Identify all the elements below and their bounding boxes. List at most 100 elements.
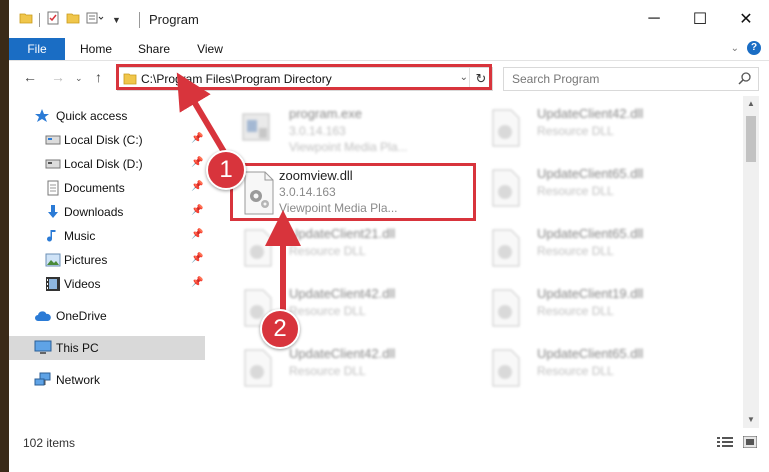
title-bar: ▼ Program ─ ☐ ✕ — [9, 0, 769, 38]
properties-icon[interactable] — [46, 11, 60, 28]
sidebar-item-pictures[interactable]: Pictures 📌 — [9, 248, 205, 272]
sidebar-item-local-disk-c[interactable]: Local Disk (C:) 📌 — [9, 128, 205, 152]
expand-ribbon-icon[interactable]: ⌄ — [731, 43, 739, 54]
sidebar-item-onedrive[interactable]: OneDrive — [9, 304, 205, 328]
file-item[interactable]: UpdateClient42.dll Resource DLL — [237, 342, 465, 400]
title-divider — [139, 12, 140, 28]
pin-icon[interactable]: 📌 — [191, 229, 203, 240]
pin-icon[interactable]: 📌 — [191, 181, 203, 192]
help-icon[interactable]: ? — [747, 41, 761, 55]
chevron-down-icon[interactable]: ▼ — [112, 15, 121, 25]
file-list: program.exe 3.0.14.163 Viewpoint Media P… — [223, 96, 743, 426]
tab-share[interactable]: Share — [131, 38, 177, 60]
dll-file-icon — [485, 288, 525, 331]
recent-locations-icon[interactable]: ⌄ — [75, 73, 83, 84]
address-highlight-box — [116, 64, 492, 90]
file-version: Resource DLL — [537, 364, 614, 378]
folder-icon[interactable] — [19, 11, 33, 28]
dll-file-icon — [485, 348, 525, 391]
pin-icon[interactable]: 📌 — [191, 133, 203, 144]
file-item[interactable]: UpdateClient65.dll Resource DLL — [485, 222, 713, 280]
documents-icon — [45, 180, 61, 199]
file-name: zoomview.dll — [279, 168, 353, 183]
minimize-button[interactable]: ─ — [631, 0, 677, 38]
sidebar-item-downloads[interactable]: Downloads 📌 — [9, 200, 205, 224]
dll-file-icon — [485, 108, 525, 151]
file-version: 3.0.14.163 — [289, 124, 346, 138]
file-name: UpdateClient42.dll — [537, 106, 644, 121]
sidebar-item-label: Documents — [64, 181, 125, 195]
sidebar-item-label: Music — [64, 229, 96, 243]
forward-arrow-icon[interactable]: → — [51, 69, 65, 85]
sidebar-item-documents[interactable]: Documents 📌 — [9, 176, 205, 200]
tab-home[interactable]: Home — [73, 38, 119, 60]
scroll-thumb[interactable] — [746, 116, 756, 162]
pin-icon[interactable]: 📌 — [191, 277, 203, 288]
up-arrow-icon[interactable]: ↑ — [95, 69, 102, 85]
navigation-pane: Quick access Local Disk (C:) 📌 Local Dis… — [9, 96, 205, 426]
computer-icon — [34, 340, 52, 359]
file-item[interactable]: UpdateClient65.dll Resource DLL — [485, 162, 713, 220]
network-icon — [34, 372, 52, 391]
music-icon — [45, 228, 61, 247]
customize-toolbar-icon[interactable] — [86, 11, 106, 28]
item-count: 102 items — [23, 436, 76, 450]
scroll-up-icon[interactable]: ▲ — [743, 96, 759, 112]
file-item[interactable]: program.exe 3.0.14.163 Viewpoint Media P… — [237, 102, 465, 160]
file-name: UpdateClient42.dll — [289, 286, 396, 301]
file-version: Resource DLL — [537, 124, 614, 138]
file-item[interactable]: UpdateClient19.dll Resource DLL — [485, 282, 713, 340]
file-item[interactable]: UpdateClient21.dll Resource DLL — [237, 222, 465, 280]
file-name: program.exe — [289, 106, 362, 121]
search-icon[interactable] — [738, 71, 752, 88]
sidebar-item-label: Network — [56, 373, 101, 387]
vertical-scrollbar[interactable]: ▲ ▼ — [743, 96, 759, 428]
file-item[interactable]: UpdateClient42.dll Resource DLL — [485, 102, 713, 160]
cloud-icon — [34, 309, 52, 326]
sidebar-item-videos[interactable]: Videos 📌 — [9, 272, 205, 296]
tab-view[interactable]: View — [189, 38, 231, 60]
star-icon — [34, 108, 50, 127]
sidebar-item-this-pc[interactable]: This PC — [9, 336, 205, 360]
file-version: Resource DLL — [537, 184, 614, 198]
details-view-icon[interactable] — [717, 436, 733, 451]
dll-file-icon — [485, 228, 525, 271]
ribbon-tabs: File Home Share View ⌄ ? — [9, 38, 769, 61]
sidebar-item-music[interactable]: Music 📌 — [9, 224, 205, 248]
file-version: 3.0.14.163 — [279, 185, 336, 199]
search-input[interactable]: Search Program — [503, 67, 759, 91]
file-item[interactable]: UpdateClient65.dll Resource DLL — [485, 342, 713, 400]
videos-icon — [45, 276, 61, 295]
pin-icon[interactable]: 📌 — [191, 205, 203, 216]
zoomview-file-highlight[interactable]: zoomview.dll 3.0.14.163 Viewpoint Media … — [230, 163, 476, 221]
ribbon-right-controls: ⌄ ? — [731, 41, 761, 55]
dll-file-icon — [237, 228, 277, 271]
sidebar-item-local-disk-d[interactable]: Local Disk (D:) 📌 — [9, 152, 205, 176]
sidebar-item-label: Videos — [64, 277, 101, 291]
large-icons-view-icon[interactable] — [742, 435, 758, 451]
sidebar-item-quick-access[interactable]: Quick access — [9, 104, 205, 128]
toolbar-divider — [39, 12, 40, 27]
file-name: UpdateClient65.dll — [537, 346, 644, 361]
sidebar-item-label: OneDrive — [56, 309, 107, 323]
file-name: UpdateClient65.dll — [537, 166, 644, 181]
new-folder-icon[interactable] — [66, 11, 80, 28]
back-arrow-icon[interactable]: ← — [23, 69, 37, 85]
sidebar-item-label: This PC — [56, 341, 99, 355]
pin-icon[interactable]: 📌 — [191, 253, 203, 264]
drive-icon — [45, 157, 61, 174]
tab-file[interactable]: File — [9, 38, 65, 60]
quick-access-toolbar: ▼ — [19, 11, 121, 28]
sidebar-item-network[interactable]: Network — [9, 368, 205, 392]
maximize-button[interactable]: ☐ — [677, 0, 723, 38]
close-button[interactable]: ✕ — [723, 0, 769, 38]
file-name: UpdateClient19.dll — [537, 286, 644, 301]
search-placeholder: Search Program — [512, 72, 600, 86]
pin-icon[interactable]: 📌 — [191, 157, 203, 168]
dll-file-icon — [237, 348, 277, 391]
file-version: Resource DLL — [289, 244, 366, 258]
scroll-down-icon[interactable]: ▼ — [743, 412, 759, 428]
file-version: Resource DLL — [289, 364, 366, 378]
file-name: UpdateClient21.dll — [289, 226, 396, 241]
step-badge-1: 1 — [206, 150, 246, 190]
